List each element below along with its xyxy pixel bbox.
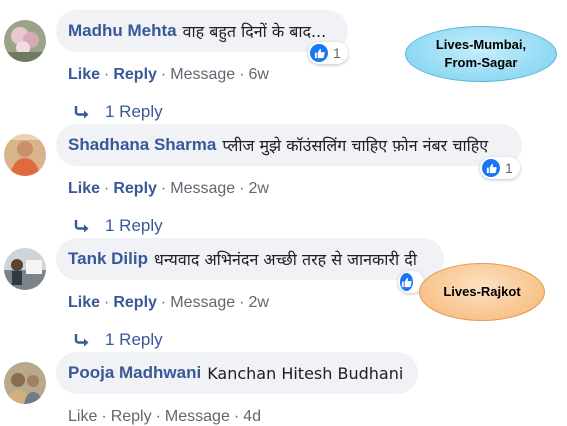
comment-actions: Like · Reply · Message · 6w	[68, 66, 269, 83]
comment-bubble: Tank Dilip धन्यवाद अभिनंदन अच्छी तरह से …	[56, 238, 444, 280]
avatar[interactable]	[4, 134, 46, 176]
thumbs-up-icon	[310, 44, 328, 62]
like-link[interactable]: Like	[68, 180, 100, 197]
comment-pooja-madhwani: Pooja Madhwani Kanchan Hitesh Budhani Li…	[0, 352, 567, 425]
callout-line: Lives-Mumbai,	[435, 37, 527, 53]
comment-shadhana-sharma: Shadhana Sharma प्लीज मुझे कॉउंसलिंग चाह…	[0, 124, 567, 237]
thumbs-up-icon	[482, 159, 500, 177]
comment-actions: Like · Reply · Message · 4d	[68, 408, 261, 425]
timestamp[interactable]: 2w	[249, 180, 269, 197]
timestamp[interactable]: 2w	[249, 294, 269, 311]
callout-line: From-Sagar	[444, 55, 518, 70]
message-link[interactable]: Message	[170, 294, 235, 311]
avatar[interactable]	[4, 20, 46, 62]
message-link[interactable]: Message	[165, 408, 230, 425]
reply-link[interactable]: Reply	[113, 66, 157, 83]
reaction-number: 1	[505, 160, 513, 176]
comment-text: वाह बहुत दिनों के बाद...	[182, 22, 327, 41]
comment-bubble: Pooja Madhwani Kanchan Hitesh Budhani	[56, 352, 418, 394]
replies-link[interactable]: 1 Reply	[74, 216, 163, 236]
replies-link[interactable]: 1 Reply	[74, 102, 163, 122]
timestamp[interactable]: 6w	[249, 66, 269, 83]
avatar[interactable]	[4, 362, 46, 404]
comment-actions: Like · Reply · Message · 2w	[68, 180, 269, 197]
replies-link[interactable]: 1 Reply	[74, 330, 163, 350]
reply-link[interactable]: Reply	[113, 180, 157, 197]
location-callout-rajkot: Lives-Rajkot	[419, 263, 545, 321]
reply-link[interactable]: Reply	[113, 294, 157, 311]
timestamp[interactable]: 4d	[243, 408, 261, 425]
replies-count: 1 Reply	[105, 216, 163, 235]
like-link[interactable]: Like	[68, 408, 97, 425]
comment-actions: Like · Reply · Message · 2w	[68, 294, 269, 311]
replies-count: 1 Reply	[105, 330, 163, 349]
message-link[interactable]: Message	[170, 180, 235, 197]
comment-author[interactable]: Madhu Mehta	[68, 21, 177, 41]
reaction-number: 1	[333, 45, 341, 61]
reply-link[interactable]: Reply	[111, 408, 152, 425]
reply-arrow-icon	[74, 334, 89, 347]
comment-author[interactable]: Pooja Madhwani	[68, 363, 201, 383]
comment-text: प्लीज मुझे कॉउंसलिंग चाहिए फ़ोन नंबर चाह…	[222, 136, 489, 155]
comment-bubble: Shadhana Sharma प्लीज मुझे कॉउंसलिंग चाह…	[56, 124, 522, 166]
location-callout-mumbai: Lives-Mumbai, From-Sagar	[405, 26, 557, 82]
avatar[interactable]	[4, 248, 46, 290]
reaction-count[interactable]: 1	[480, 157, 520, 179]
comment-text: धन्यवाद अभिनंदन अच्छी तरह से जानकारी दी	[153, 250, 417, 269]
replies-count: 1 Reply	[105, 102, 163, 121]
comment-author[interactable]: Tank Dilip	[68, 249, 148, 269]
comment-bubble: Madhu Mehta वाह बहुत दिनों के बाद...	[56, 10, 348, 52]
thumbs-up-icon	[400, 273, 413, 291]
like-link[interactable]: Like	[68, 66, 100, 83]
comment-author[interactable]: Shadhana Sharma	[68, 135, 216, 155]
like-link[interactable]: Like	[68, 294, 100, 311]
callout-line: Lives-Rajkot	[443, 284, 521, 300]
comment-text: Kanchan Hitesh Budhani	[207, 363, 404, 383]
reaction-count[interactable]: 1	[308, 42, 348, 64]
reply-arrow-icon	[74, 106, 89, 119]
reply-arrow-icon	[74, 220, 89, 233]
message-link[interactable]: Message	[170, 66, 235, 83]
